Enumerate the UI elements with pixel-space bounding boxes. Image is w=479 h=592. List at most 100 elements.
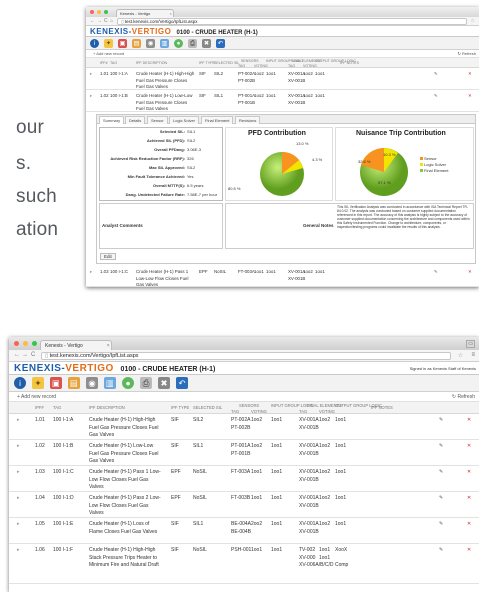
maximize-window-icon[interactable]	[104, 10, 108, 14]
close-window-icon[interactable]	[90, 10, 94, 14]
table-body: ▸ 1.01 100 I-1:A Crude Heater (H-1) High-Hi…	[9, 414, 479, 592]
approve-icon[interactable]: ●	[174, 39, 183, 48]
info-icon[interactable]: i	[14, 377, 26, 389]
close-window-icon[interactable]	[14, 341, 19, 346]
minimize-window-icon[interactable]	[97, 10, 101, 14]
print-icon[interactable]: ◉	[146, 39, 155, 48]
table-row[interactable]: ▸ 1.03 100 I-1:C Crude Heater (H-1) Pass 1 …	[9, 466, 479, 492]
wizard-icon[interactable]: ✦	[104, 39, 113, 48]
tab-close-icon[interactable]: ×	[170, 10, 173, 17]
delete-icon[interactable]: ✕	[468, 269, 472, 276]
toolbar: i ✦ ▣ ▤ ◉ ▥ ● ⎙ ✖ ↶	[9, 375, 479, 392]
menu-icon[interactable]: ≡	[471, 352, 475, 358]
edit-pencil-icon[interactable]: ✎	[439, 469, 443, 477]
edit-pencil-icon[interactable]: ✎	[439, 547, 443, 555]
table-row[interactable]: ▸ 1.05 100 I-1:E Crude Heater (H-1) Loss of…	[9, 518, 479, 544]
expand-row-icon[interactable]: ▸	[90, 269, 92, 276]
undo-icon[interactable]: ↶	[216, 39, 225, 48]
table-row[interactable]: ▸ 1.02 100 I-1:B Crude Heater (H-1) Low-Low…	[9, 440, 479, 466]
forward-icon[interactable]: →	[22, 352, 28, 358]
expand-row-icon[interactable]: ▸	[17, 469, 20, 477]
table-row[interactable]: ▸ 1.04 100 I-1:D Crude Heater (H-1) Pass 2 …	[9, 492, 479, 518]
delete-icon[interactable]: ✕	[468, 93, 472, 100]
tools-icon[interactable]: ✖	[202, 39, 211, 48]
table-row[interactable]: ▸ 1.01 100 I-1:A Crude Heater (H-1) High-Hi…	[9, 414, 479, 440]
back-icon[interactable]: ←	[90, 18, 95, 24]
url-input[interactable]: ▯ test.kenexis.com/Vertigo/IpfList.aspx	[41, 352, 451, 360]
browser-tab[interactable]: Kenexis - Vertigo ×	[116, 9, 174, 17]
home-icon[interactable]: ⌂	[110, 18, 113, 24]
expand-row-icon[interactable]: ▸	[90, 93, 92, 100]
undo-icon[interactable]: ↶	[176, 377, 188, 389]
approve-icon[interactable]: ●	[122, 377, 134, 389]
delete-icon[interactable]: ✕	[467, 547, 471, 555]
edit-pencil-icon[interactable]: ✎	[439, 443, 443, 451]
add-record-button[interactable]: + Add new record	[93, 51, 124, 56]
reload-icon[interactable]: C	[31, 352, 35, 358]
legend-item: Final Element	[420, 168, 448, 173]
printer-icon[interactable]: ⎙	[140, 377, 152, 389]
bookmark-star-icon[interactable]: ☆	[458, 352, 463, 359]
table-row[interactable]: ▸ 1.06 100 I-1:F Crude Heater (H-1) High-Hi…	[9, 544, 479, 584]
save-icon[interactable]: ▣	[118, 39, 127, 48]
profile-icon[interactable]: ▭	[466, 340, 475, 348]
folder-icon[interactable]: ▤	[132, 39, 141, 48]
sensor-tags: PT-001A PT-001B	[231, 443, 251, 457]
ipf-number: 1.02	[35, 443, 45, 449]
info-icon[interactable]: i	[90, 39, 99, 48]
delete-icon[interactable]: ✕	[467, 417, 471, 425]
edit-pencil-icon[interactable]: ✎	[439, 495, 443, 503]
bookmark-star-icon[interactable]: ☆	[471, 18, 475, 24]
summary-table: Selected SIL: SIL1 Achieved SIL (PFD): SIL2…	[99, 127, 223, 201]
maximize-window-icon[interactable]	[32, 341, 37, 346]
tab-close-icon[interactable]: ×	[107, 341, 111, 350]
expand-row-icon[interactable]: ▸	[17, 547, 20, 555]
ipf-detail-panel: Summary Details Sensor Logic Solver Final El…	[96, 114, 476, 264]
save-icon[interactable]: ▣	[50, 377, 62, 389]
output-group-logic: 1oo1	[315, 93, 325, 98]
expand-row-icon[interactable]: ▸	[17, 443, 20, 451]
edit-pencil-icon[interactable]: ✎	[439, 521, 443, 529]
edit-pencil-icon[interactable]: ✎	[434, 93, 438, 100]
delete-icon[interactable]: ✕	[467, 469, 471, 477]
minimize-window-icon[interactable]	[23, 341, 28, 346]
printer-icon[interactable]: ⎙	[188, 39, 197, 48]
back-icon[interactable]: ←	[14, 352, 20, 358]
detail-tab[interactable]: Revisions	[235, 116, 261, 124]
table-row[interactable]: ▸ 1.03 100 I-1:C Crude Heater (H-1) Pass 1 …	[86, 266, 479, 287]
expand-row-icon[interactable]: ▸	[90, 71, 92, 78]
detail-tab[interactable]: Summary	[99, 116, 125, 124]
forward-icon[interactable]: →	[97, 18, 102, 24]
detail-tab[interactable]: Details	[125, 116, 146, 124]
refresh-button[interactable]: ↻ Refresh	[458, 50, 477, 58]
browser-tab[interactable]: Kenexis - Vertigo ×	[40, 340, 112, 350]
print-icon[interactable]: ◉	[86, 377, 98, 389]
refresh-button[interactable]: ↻ Refresh	[452, 392, 475, 402]
wizard-icon[interactable]: ✦	[32, 377, 44, 389]
url-input[interactable]: ▯ test.kenexis.com/Vertigo/IpfList.aspx	[117, 18, 467, 25]
edit-button[interactable]: Edit	[100, 253, 116, 260]
detail-tab[interactable]: Logic Solver	[169, 116, 200, 124]
delete-icon[interactable]: ✕	[468, 71, 472, 78]
report-icon[interactable]: ▥	[160, 39, 169, 48]
expand-row-icon[interactable]: ▸	[17, 495, 20, 503]
delete-icon[interactable]: ✕	[467, 521, 471, 529]
folder-icon[interactable]: ▤	[68, 377, 80, 389]
tools-icon[interactable]: ✖	[158, 377, 170, 389]
output-group-logic: 1oo1	[335, 469, 347, 475]
report-icon[interactable]: ▥	[104, 377, 116, 389]
table-row[interactable]: ▸ 1.01 100 I-1:A Crude Heater (H-1) High-Hi…	[86, 68, 479, 90]
expand-row-icon[interactable]: ▸	[17, 417, 20, 425]
delete-icon[interactable]: ✕	[467, 443, 471, 451]
expand-row-icon[interactable]: ▸	[17, 521, 20, 529]
table-row[interactable]: ▸ 1.02 100 I-1:B Crude Heater (H-1) Low-Low…	[86, 90, 479, 112]
output-group-logic: 1oo1	[335, 495, 347, 501]
reload-icon[interactable]: C	[104, 18, 108, 24]
detail-tab[interactable]: Sensor	[147, 116, 168, 124]
add-record-button[interactable]: + Add new record	[17, 394, 56, 400]
edit-pencil-icon[interactable]: ✎	[434, 269, 438, 276]
detail-tab[interactable]: Final Element	[201, 116, 234, 124]
edit-pencil-icon[interactable]: ✎	[439, 417, 443, 425]
edit-pencil-icon[interactable]: ✎	[434, 71, 438, 78]
delete-icon[interactable]: ✕	[467, 495, 471, 503]
